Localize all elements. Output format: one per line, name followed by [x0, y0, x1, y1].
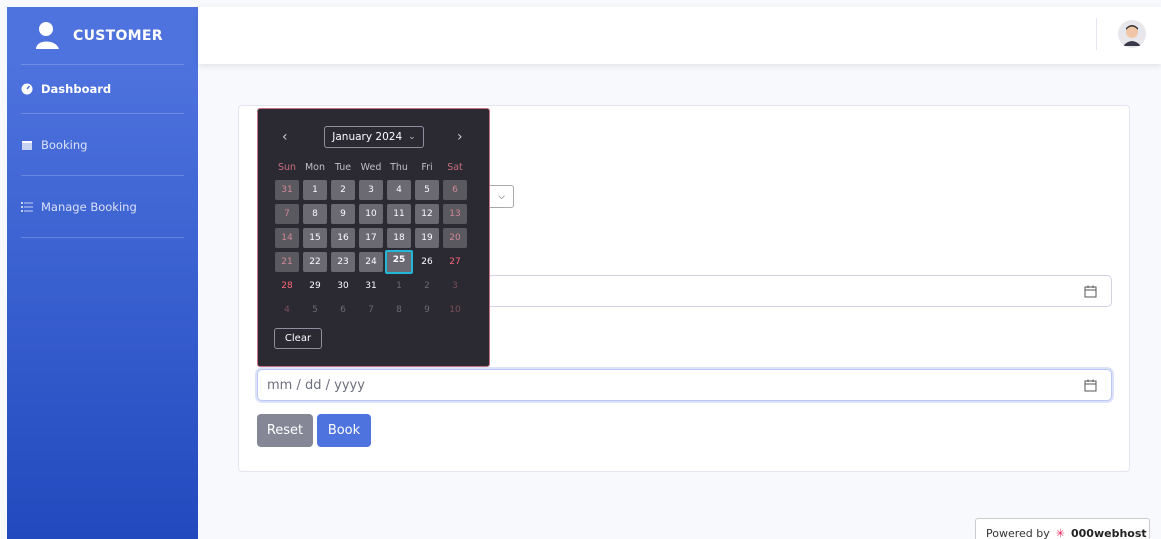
calendar-day[interactable]: 8: [303, 204, 327, 224]
reset-button[interactable]: Reset: [257, 414, 313, 447]
dashboard-icon: [21, 83, 33, 95]
calendar-day[interactable]: 2: [415, 276, 439, 296]
month-select[interactable]: January 2024 ⌄: [324, 126, 424, 148]
calendar-icon[interactable]: [1084, 285, 1097, 298]
sidebar-divider: [21, 237, 184, 238]
calendar-day[interactable]: 22: [303, 252, 327, 272]
chevron-right-icon[interactable]: ›: [457, 129, 463, 145]
calendar-icon: [22, 140, 32, 150]
weekday-header: Wed: [360, 162, 382, 173]
calendar-day[interactable]: 19: [415, 228, 439, 248]
calendar-day[interactable]: 12: [415, 204, 439, 224]
calendar-day[interactable]: 1: [303, 180, 327, 200]
calendar-day[interactable]: 6: [331, 300, 355, 320]
topbar-divider: [1096, 18, 1097, 50]
powered-by-badge[interactable]: Powered by ✳ 000webhost: [975, 518, 1150, 539]
weekday-header: Fri: [421, 162, 433, 173]
date-placeholder: mm / dd / yyyy: [267, 377, 365, 393]
calendar-day-today[interactable]: 25: [385, 250, 413, 274]
calendar-day[interactable]: 9: [331, 204, 355, 224]
month-label: January 2024: [332, 131, 403, 143]
user-icon: [36, 21, 59, 49]
host-logo-icon: ✳: [1055, 527, 1065, 539]
calendar-day[interactable]: 6: [443, 180, 467, 200]
calendar-day[interactable]: 23: [331, 252, 355, 272]
calendar-day[interactable]: 30: [331, 276, 355, 296]
chevron-down-icon: ⌵: [498, 191, 505, 202]
weekday-header: Sat: [447, 162, 463, 173]
calendar-day[interactable]: 15: [303, 228, 327, 248]
calendar-day[interactable]: 27: [443, 252, 467, 272]
calendar-day[interactable]: 7: [275, 204, 299, 224]
sidebar-item-dashboard[interactable]: Dashboard: [7, 65, 198, 113]
clear-button[interactable]: Clear: [274, 328, 322, 349]
calendar-day[interactable]: 31: [275, 180, 299, 200]
avatar-icon: [1118, 20, 1146, 48]
weekday-header: Thu: [390, 162, 408, 173]
date-picker: ‹ January 2024 ⌄ › Sun Mon Tue Wed Thu Fri Sat…: [257, 108, 490, 367]
list-icon: [21, 201, 33, 212]
calendar-day[interactable]: 5: [303, 300, 327, 320]
weekday-header: Sun: [277, 162, 297, 173]
calendar-day[interactable]: 26: [415, 252, 439, 272]
sidebar: CUSTOMER Dashboard Booking Manage Bookin…: [7, 7, 198, 539]
weekday-header: Tue: [334, 162, 352, 173]
topbar: [198, 7, 1161, 64]
calendar-day[interactable]: 13: [443, 204, 467, 224]
calendar-day[interactable]: 28: [275, 276, 299, 296]
calendar-day[interactable]: 24: [359, 252, 383, 272]
calendar-day[interactable]: 3: [443, 276, 467, 296]
calendar-day[interactable]: 10: [359, 204, 383, 224]
calendar-day[interactable]: 11: [387, 204, 411, 224]
book-button[interactable]: Book: [317, 414, 371, 447]
calendar-day[interactable]: 18: [387, 228, 411, 248]
calendar-day[interactable]: 2: [331, 180, 355, 200]
calendar-day[interactable]: 7: [359, 300, 383, 320]
calendar-day[interactable]: 9: [415, 300, 439, 320]
calendar-day[interactable]: 31: [359, 276, 383, 296]
sidebar-item-label: Manage Booking: [41, 199, 137, 214]
calendar-day[interactable]: 21: [275, 252, 299, 272]
calendar-day[interactable]: 4: [275, 300, 299, 320]
chevron-left-icon[interactable]: ‹: [282, 129, 288, 145]
calendar-day[interactable]: 29: [303, 276, 327, 296]
calendar-day[interactable]: 5: [415, 180, 439, 200]
powered-by-label: Powered by: [986, 527, 1050, 539]
sidebar-item-booking[interactable]: Booking: [7, 114, 198, 175]
avatar[interactable]: [1118, 20, 1146, 48]
chevron-down-icon: ⌄: [408, 132, 416, 142]
brand-title: CUSTOMER: [73, 27, 163, 44]
calendar-day[interactable]: 3: [359, 180, 383, 200]
calendar-day[interactable]: 14: [275, 228, 299, 248]
date-field-end[interactable]: mm / dd / yyyy: [257, 369, 1112, 401]
sidebar-item-manage-booking[interactable]: Manage Booking: [7, 176, 198, 237]
calendar-day[interactable]: 10: [443, 300, 467, 320]
calendar-day[interactable]: 17: [359, 228, 383, 248]
sidebar-item-label: Dashboard: [41, 82, 112, 96]
calendar-day[interactable]: 8: [387, 300, 411, 320]
sidebar-brand[interactable]: CUSTOMER: [7, 7, 198, 64]
select-dropdown[interactable]: ⌵: [490, 185, 514, 208]
calendar-day[interactable]: 20: [443, 228, 467, 248]
host-name: 000webhost: [1070, 527, 1147, 539]
calendar-day[interactable]: 4: [387, 180, 411, 200]
sidebar-item-label: Booking: [41, 137, 88, 152]
calendar-day[interactable]: 16: [331, 228, 355, 248]
calendar-day[interactable]: 1: [387, 276, 411, 296]
calendar-icon[interactable]: [1084, 379, 1097, 392]
weekday-header: Mon: [304, 162, 326, 173]
